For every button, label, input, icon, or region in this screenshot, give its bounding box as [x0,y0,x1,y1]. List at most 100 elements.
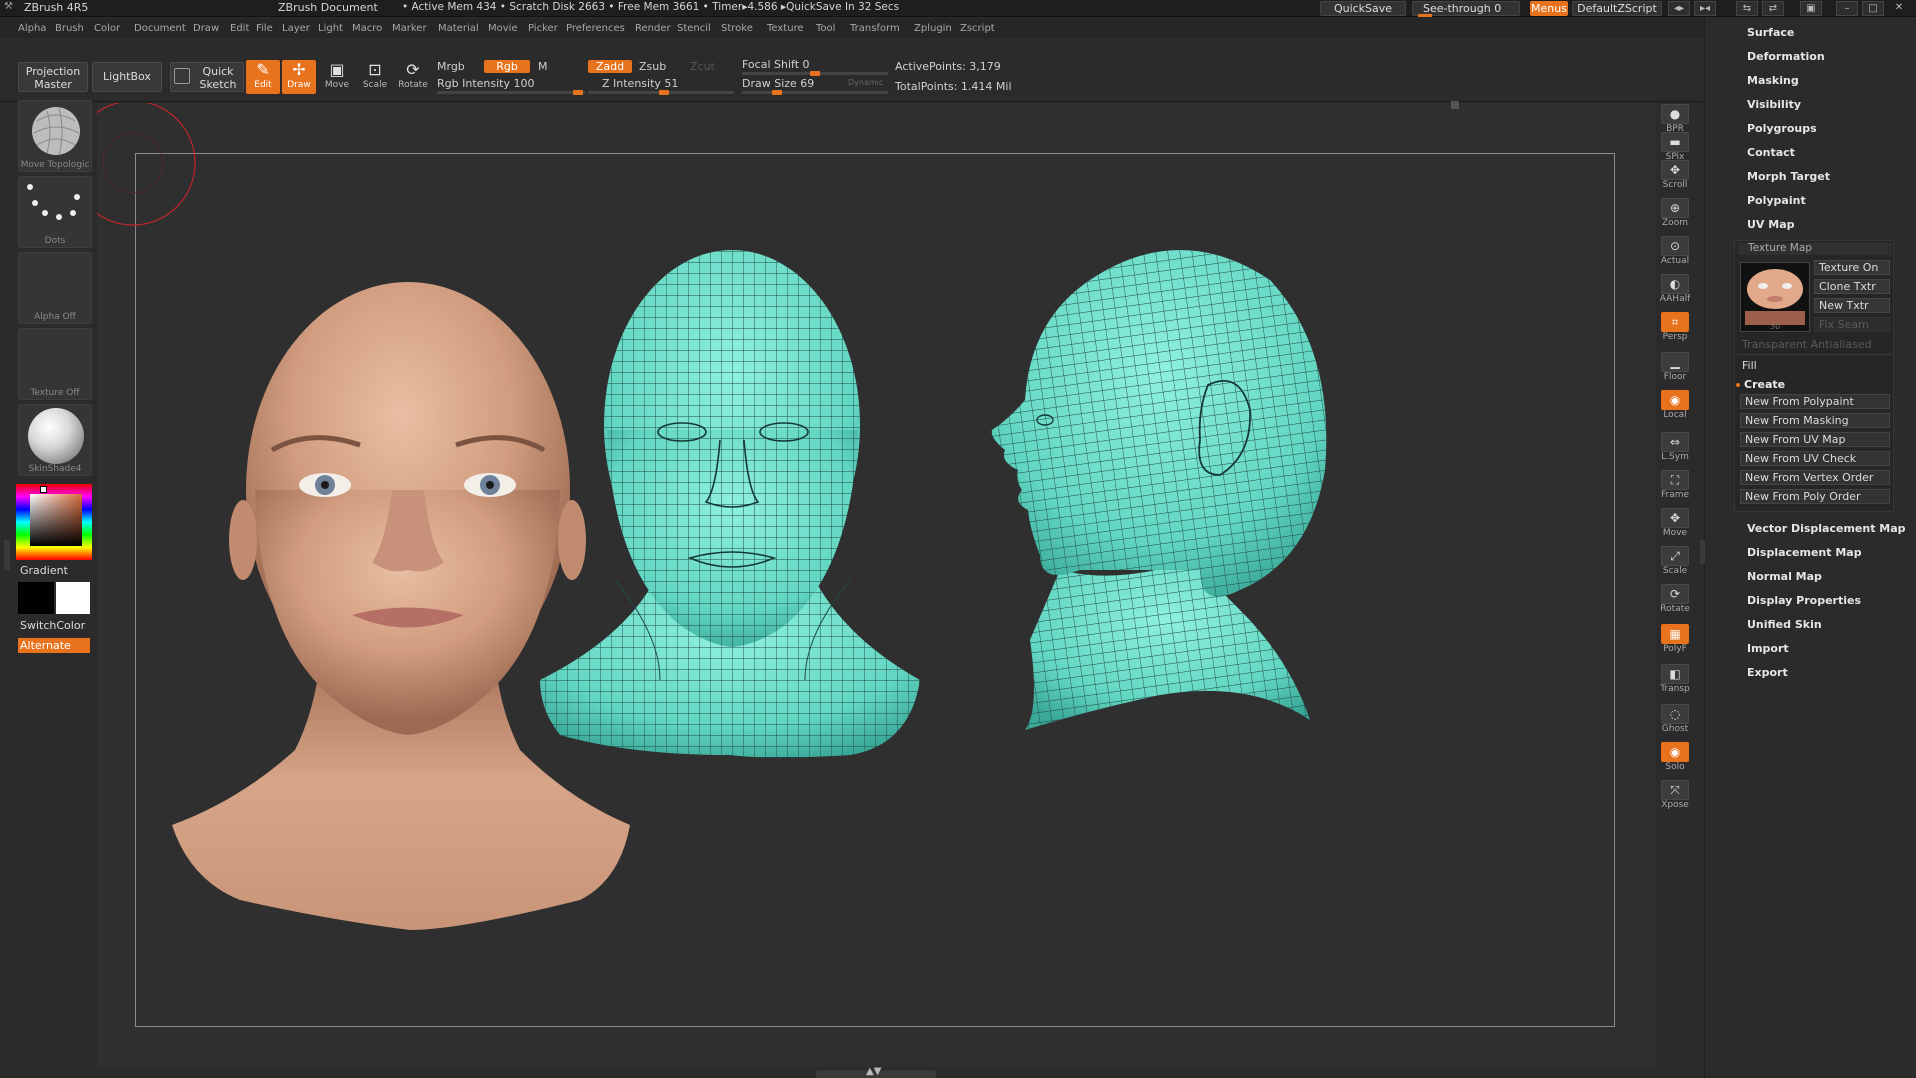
secondary-color-swatch[interactable] [56,582,90,614]
scale-tool-button[interactable]: ⊡ Scale [358,60,392,94]
brush-selector[interactable]: Move Topologic [18,100,92,172]
menu-zplugin[interactable]: Zplugin [914,23,952,34]
palette-unified-skin[interactable]: Unified Skin [1747,618,1822,631]
transp-view-button[interactable]: ◧ Transp [1658,664,1692,696]
new-from-masking-button[interactable]: New From Masking [1740,413,1890,428]
palette-morph-target[interactable]: Morph Target [1747,170,1830,183]
color-picker-square[interactable] [30,494,82,546]
palette-display-properties[interactable]: Display Properties [1747,594,1861,607]
menu-draw[interactable]: Draw [193,23,219,34]
dynamic-toggle[interactable]: Dynamic [848,78,883,87]
rotate-view-button[interactable]: ⟳ Rotate [1658,584,1692,616]
script-selector[interactable]: DefaultZScript [1572,1,1662,16]
menu-marker[interactable]: Marker [392,23,427,34]
polyf-view-button[interactable]: ▦ PolyF [1658,624,1692,656]
palette-surface[interactable]: Surface [1747,26,1794,39]
new-from-uv-check-button[interactable]: New From UV Check [1740,451,1890,466]
switchcolor-button[interactable]: SwitchColor [20,619,85,632]
xpose-view-button[interactable]: ⤧ Xpose [1658,780,1692,812]
menu-edit[interactable]: Edit [230,23,249,34]
layout-next-icon[interactable]: ▸◂ [1694,1,1716,16]
color-picker[interactable] [16,484,92,560]
m-toggle[interactable]: M [538,60,548,73]
clone-txtr-button[interactable]: Clone Txtr [1814,279,1890,294]
gradient-label[interactable]: Gradient [20,564,68,577]
menu-zscript[interactable]: Zscript [960,23,995,34]
draw-size-track[interactable] [742,90,888,95]
fill-section[interactable]: Fill [1742,359,1757,372]
menu-layer[interactable]: Layer [282,23,310,34]
menu-render[interactable]: Render [635,23,671,34]
persp-view-button[interactable]: ⌗ Persp [1658,312,1692,344]
zoom-view-button[interactable]: ⊕ Zoom [1658,198,1692,230]
create-section[interactable]: Create [1744,378,1785,391]
close-icon[interactable]: ✕ [1888,1,1910,16]
zadd-toggle[interactable]: Zadd [588,60,632,73]
palette-vector-displacement-map[interactable]: Vector Displacement Map [1747,522,1906,535]
menu-picker[interactable]: Picker [528,23,558,34]
menu-movie[interactable]: Movie [488,23,518,34]
floor-view-button[interactable]: ▁ Floor [1658,352,1692,384]
new-txtr-button[interactable]: New Txtr [1814,298,1890,313]
menu-stencil[interactable]: Stencil [677,23,711,34]
rgb-intensity-track[interactable] [437,90,585,95]
z-intensity-track[interactable] [588,90,734,95]
ui-color-icon[interactable]: ⇄ [1762,1,1784,16]
palette-polygroups[interactable]: Polygroups [1747,122,1817,135]
menu-tool[interactable]: Tool [816,23,835,34]
frame-view-button[interactable]: ⛶ Frame [1658,470,1692,502]
ghost-view-button[interactable]: ◌ Ghost [1658,704,1692,736]
palette-import[interactable]: Import [1747,642,1789,655]
main-color-swatch[interactable] [18,582,54,614]
menu-preferences[interactable]: Preferences [566,23,625,34]
aahalf-view-button[interactable]: ◐ AAHalf [1658,274,1692,306]
fix-seam-button[interactable]: Fix Seam [1814,317,1890,332]
texture-on-button[interactable]: Texture On [1814,260,1890,275]
palette-contact[interactable]: Contact [1747,146,1795,159]
chevron-up-icon[interactable]: ▲▼ [866,1066,881,1077]
layout-prev-icon[interactable]: ◂▸ [1668,1,1690,16]
local-view-button[interactable]: ◉ Local [1658,390,1692,422]
palette-deformation[interactable]: Deformation [1747,50,1825,63]
texture-selector[interactable]: Texture Off [18,328,92,400]
focal-shift-track[interactable] [742,71,888,76]
canvas-scroll-indicator[interactable] [1451,101,1459,109]
maximize-icon[interactable]: □ [1862,1,1884,16]
mrgb-toggle[interactable]: Mrgb [437,60,465,73]
menu-file[interactable]: File [256,23,273,34]
palette-uv-map[interactable]: UV Map [1747,218,1795,231]
palette-displacement-map[interactable]: Displacement Map [1747,546,1862,559]
menus-toggle-button[interactable]: Menus [1530,1,1568,16]
menu-material[interactable]: Material [438,23,479,34]
rgb-intensity-slider[interactable]: Rgb Intensity 100 [437,77,534,90]
menu-brush[interactable]: Brush [55,23,84,34]
menu-color[interactable]: Color [94,23,120,34]
palette-normal-map[interactable]: Normal Map [1747,570,1822,583]
palette-masking[interactable]: Masking [1747,74,1799,87]
scroll-view-button[interactable]: ✥ Scroll [1658,160,1692,192]
edit-tool-button[interactable]: ✎ Edit [246,60,280,94]
zcut-toggle[interactable]: Zcut [690,60,715,73]
lsym-view-button[interactable]: ⇔ L.Sym [1658,432,1692,464]
menu-stroke[interactable]: Stroke [721,23,753,34]
new-from-poly-order-button[interactable]: New From Poly Order [1740,489,1890,504]
stroke-selector[interactable]: Dots [18,176,92,248]
palette-polypaint[interactable]: Polypaint [1747,194,1806,207]
palette-export[interactable]: Export [1747,666,1788,679]
new-from-polypaint-button[interactable]: New From Polypaint [1740,394,1890,409]
transparent-antialiased-toggle[interactable]: Transparent Antialiased [1742,338,1872,351]
move-tool-button[interactable]: ▣ Move [320,60,354,94]
menu-transform[interactable]: Transform [850,23,900,34]
menu-alpha[interactable]: Alpha [18,23,46,34]
new-from-uv-map-button[interactable]: New From UV Map [1740,432,1890,447]
right-panel-handle[interactable] [1700,540,1705,564]
alternate-toggle[interactable]: Alternate [18,638,90,653]
menu-light[interactable]: Light [318,23,343,34]
lightbox-button[interactable]: LightBox [92,62,162,92]
actual-view-button[interactable]: ⊙ Actual [1658,236,1692,268]
move-view-button[interactable]: ✥ Move [1658,508,1692,540]
alpha-selector[interactable]: Alpha Off [18,252,92,324]
left-tray-handle[interactable] [4,540,10,570]
z-intensity-slider[interactable]: Z Intensity 51 [602,77,678,90]
lock-icon[interactable]: ▣ [1800,1,1822,16]
